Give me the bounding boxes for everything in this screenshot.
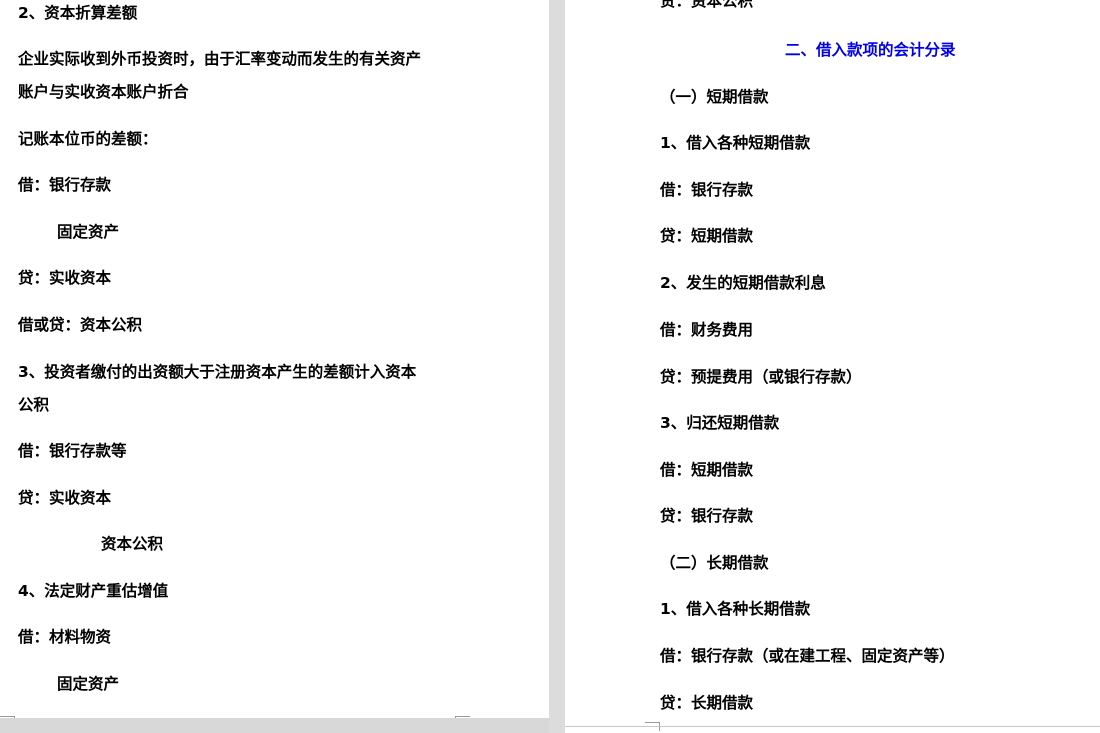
text-line: 1、借入各种长期借款 xyxy=(660,600,811,618)
entry-line: 固定资产 xyxy=(57,675,120,693)
entry-line: 贷：长期借款 xyxy=(660,694,754,712)
heading-revaluation-gain: 4、法定财产重估增值 xyxy=(18,582,169,600)
entry-line: 借或贷：资本公积 xyxy=(18,316,143,334)
entry-line: 资本公积 xyxy=(101,535,164,553)
entry-line: 借：财务费用 xyxy=(660,321,754,339)
text-line: 企业实际收到外币投资时，由于汇率变动而发生的有关资产 xyxy=(18,50,422,68)
entry-line: 借：短期借款 xyxy=(660,461,754,479)
entry-line: 贷：短期借款 xyxy=(660,227,754,245)
text-line: 记账本位币的差额： xyxy=(18,130,158,148)
entry-line: 借：银行存款（或在建工程、固定资产等） xyxy=(660,647,955,665)
right-document-page: 贷：资本公积 二、借入款项的会计分录 （一）短期借款 1、借入各种短期借款 借：… xyxy=(565,0,1100,733)
entry-line: 固定资产 xyxy=(57,223,120,241)
entry-line: 借：银行存款 xyxy=(18,176,112,194)
partial-top-line: 贷：资本公积 xyxy=(660,0,754,10)
page-gap xyxy=(549,0,565,733)
entry-line: 借：材料物资 xyxy=(18,628,112,646)
entry-line: 贷：预提费用（或银行存款） xyxy=(660,368,862,386)
entry-line: 贷：实收资本 xyxy=(18,489,112,507)
entry-line: 借：银行存款等 xyxy=(18,442,127,460)
text-line: 1、借入各种短期借款 xyxy=(660,134,811,152)
entry-line: 借：银行存款 xyxy=(660,181,754,199)
page-bottom-edge xyxy=(565,726,1100,727)
page-bottom-edge xyxy=(0,718,549,733)
text-line: 2、发生的短期借款利息 xyxy=(660,274,826,292)
entry-line: 贷：实收资本 xyxy=(18,269,112,287)
heading-capital-translation-diff: 2、资本折算差额 xyxy=(18,4,138,22)
left-document-page: 2、资本折算差额 企业实际收到外币投资时，由于汇率变动而发生的有关资产 账户与实… xyxy=(0,0,549,733)
heading-investment-excess: 3、投资者缴付的出资额大于注册资本产生的差额计入资本 xyxy=(18,363,417,381)
text-line: 账户与实收资本账户折合 xyxy=(18,83,189,101)
text-line: 公积 xyxy=(18,396,50,414)
subheading-short-term-loans: （一）短期借款 xyxy=(660,88,769,106)
subheading-long-term-loans: （二）长期借款 xyxy=(660,554,769,572)
section-heading: 二、借入款项的会计分录 xyxy=(785,41,956,59)
text-line: 3、归还短期借款 xyxy=(660,414,780,432)
entry-line: 贷：银行存款 xyxy=(660,507,754,525)
